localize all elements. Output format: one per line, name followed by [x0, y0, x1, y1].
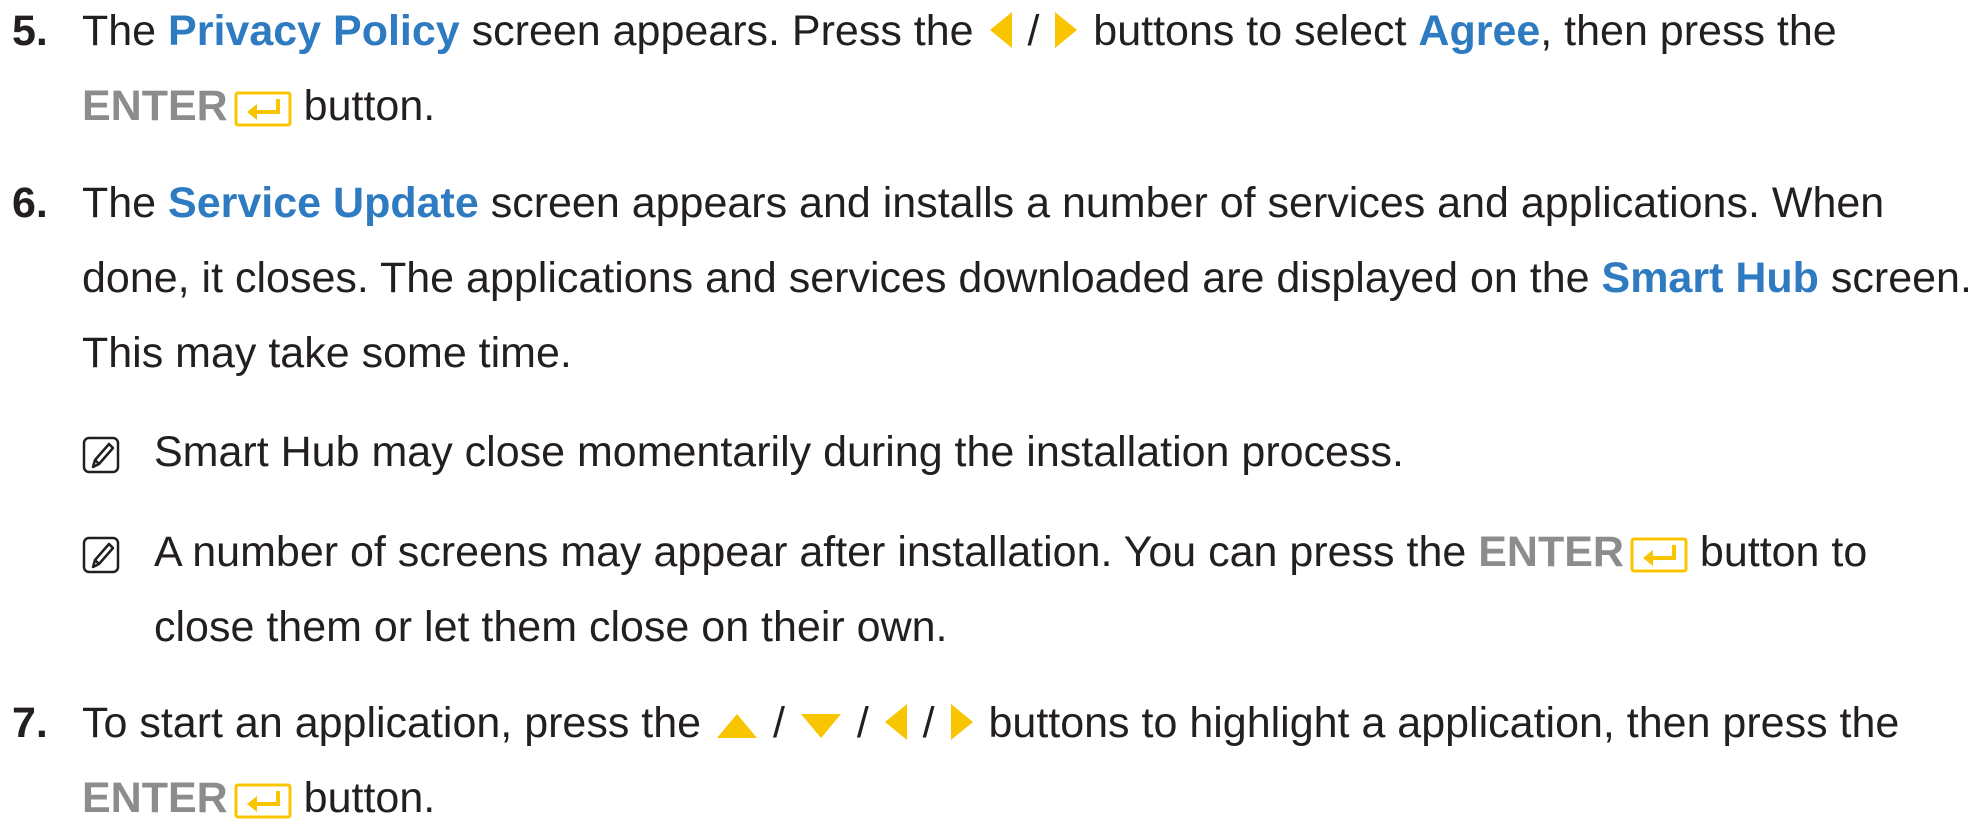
left-arrow-icon	[884, 704, 907, 740]
down-arrow-icon	[800, 714, 841, 738]
step-text: The Privacy Policy screen appears. Press…	[82, 0, 1972, 144]
step-7: 7. To start an application, press the / …	[12, 686, 1972, 836]
note-2: A number of screens may appear after ins…	[82, 515, 1962, 665]
enter-key-icon	[1630, 537, 1688, 573]
enter-label: ENTER	[82, 82, 228, 130]
agree-term: Agree	[1418, 7, 1541, 55]
smart-hub-term: Smart Hub	[1601, 254, 1819, 302]
enter-key-icon	[234, 91, 292, 127]
step-6: 6. The Service Update screen appears and…	[12, 166, 1972, 391]
step-text-run: The	[82, 179, 169, 227]
service-update-term: Service Update	[168, 179, 479, 227]
up-arrow-icon	[717, 714, 758, 738]
right-arrow-icon	[1055, 12, 1078, 48]
step-text: The Service Update screen appears and in…	[82, 166, 1972, 391]
left-arrow-icon	[989, 12, 1012, 48]
step-number: 6.	[12, 179, 48, 227]
slash-separator: /	[761, 699, 797, 747]
slash-separator: /	[910, 699, 947, 747]
slash-separator: /	[844, 699, 881, 747]
manual-page: 5. The Privacy Policy screen appears. Pr…	[0, 0, 1984, 824]
step-5: 5. The Privacy Policy screen appears. Pr…	[12, 0, 1972, 144]
note-1: Smart Hub may close momentarily during t…	[82, 415, 1962, 490]
step-text-run: The	[82, 7, 169, 55]
step-text-run: button.	[291, 774, 436, 822]
step-text-run: screen appears. Press the	[459, 7, 986, 55]
note-text-run: A number of screens may appear after ins…	[154, 528, 1479, 576]
step-text-run: buttons to select	[1081, 7, 1419, 55]
step-text: To start an application, press the / / /…	[82, 686, 1972, 836]
note-pencil-icon	[82, 536, 120, 574]
step-number: 5.	[12, 7, 48, 55]
enter-label: ENTER	[82, 774, 228, 822]
slash-separator: /	[1015, 7, 1052, 55]
step-text-run: , then press the	[1540, 7, 1837, 55]
privacy-policy-term: Privacy Policy	[168, 7, 460, 55]
step-text-run: button.	[291, 82, 436, 130]
enter-key-icon	[234, 783, 292, 819]
enter-label: ENTER	[1478, 528, 1624, 576]
step-text-run: buttons to highlight a application, then…	[976, 699, 1900, 747]
right-arrow-icon	[950, 704, 973, 740]
note-text: A number of screens may appear after ins…	[154, 515, 1962, 665]
note-pencil-icon	[82, 436, 120, 474]
note-text: Smart Hub may close momentarily during t…	[154, 428, 1404, 476]
step-number: 7.	[12, 699, 48, 747]
step-text-run: To start an application, press the	[82, 699, 714, 747]
